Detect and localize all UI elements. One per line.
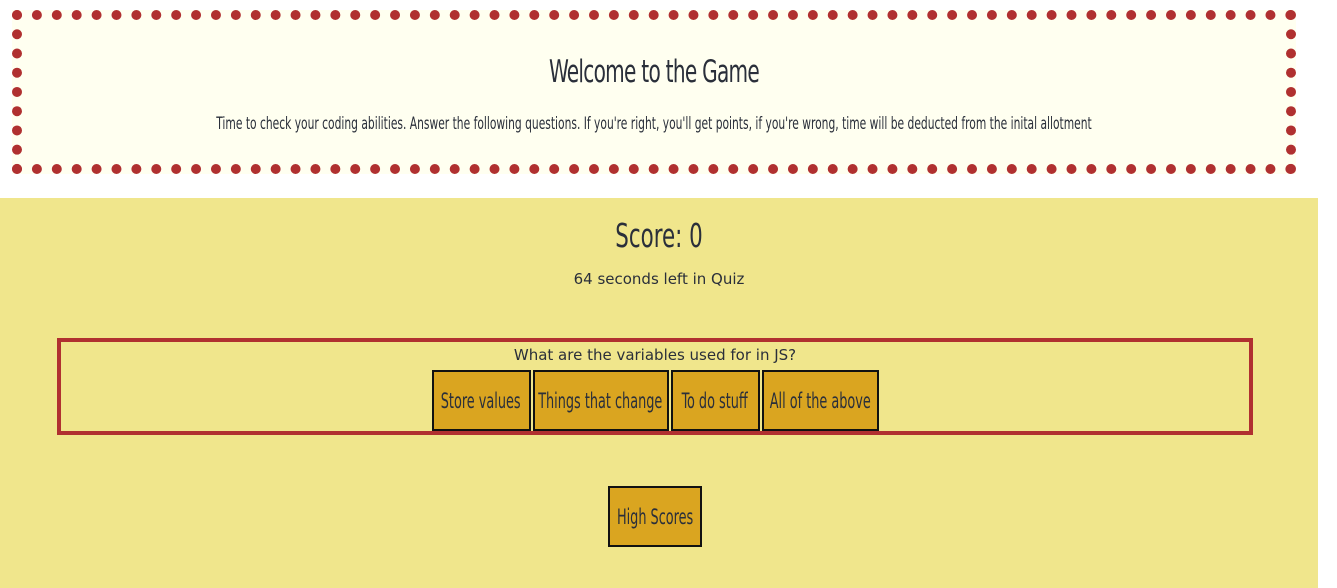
answer-list: Store values Things that change To do st… (61, 370, 1249, 431)
score-display: Score: 0 (615, 216, 703, 255)
high-scores-button[interactable]: High Scores (608, 486, 702, 547)
answer-button-to-do-stuff[interactable]: To do stuff (670, 370, 760, 431)
answer-label: Things that change (538, 388, 663, 413)
question-card: What are the variables used for in JS? S… (57, 338, 1253, 435)
timer-display: 64 seconds left in Quiz (573, 270, 745, 288)
answer-button-store-values[interactable]: Store values (431, 370, 531, 431)
answer-label: All of the above (769, 388, 871, 413)
answer-button-things-that-change[interactable]: Things that change (532, 370, 669, 431)
answer-button-all-of-the-above[interactable]: All of the above (761, 370, 879, 431)
question-text: What are the variables used for in JS? (513, 346, 797, 364)
quiz-area: Score: 0 64 seconds left in Quiz What ar… (0, 198, 1318, 588)
page: Welcome to the Game Time to check your c… (0, 0, 1337, 588)
welcome-banner: Welcome to the Game Time to check your c… (12, 10, 1296, 174)
answer-label: Store values (441, 388, 521, 413)
instructions-text: Time to check your coding abilities. Ans… (216, 114, 1092, 134)
high-scores-label: High Scores (616, 504, 694, 529)
page-title: Welcome to the Game (548, 54, 760, 90)
answer-label: To do stuff (681, 388, 749, 413)
